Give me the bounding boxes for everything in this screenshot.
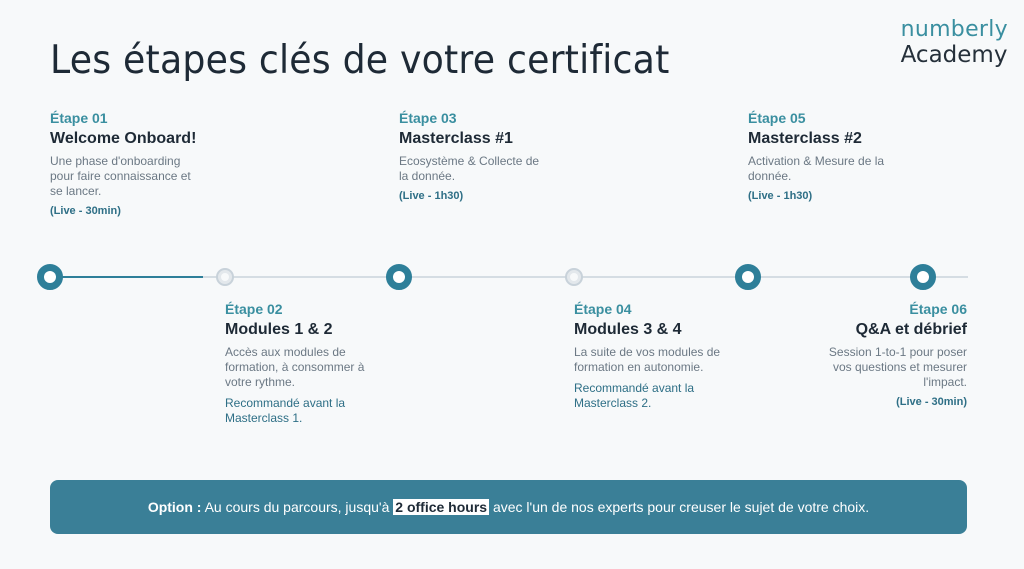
step-description: La suite de vos modules de formation en … <box>574 345 721 374</box>
step-number: Étape 04 <box>574 301 632 317</box>
step-title: Modules 3 & 4 <box>574 321 682 338</box>
timeline-node-02 <box>216 268 234 286</box>
page-title: Les étapes clés de votre certificat <box>50 38 670 83</box>
timeline-progress <box>50 276 203 278</box>
option-banner: Option : Au cours du parcours, jusqu'à 2… <box>50 480 967 534</box>
step-title: Masterclass #2 <box>748 130 862 147</box>
step-05: Étape 05 Masterclass #2 Activation & Mes… <box>748 110 923 202</box>
numberly-academy-logo: numberly Academy <box>900 17 1008 69</box>
step-number: Étape 02 <box>225 301 283 317</box>
step-title: Welcome Onboard! <box>50 130 197 147</box>
banner-highlight: 2 office hours <box>393 499 490 515</box>
timeline-track <box>50 276 968 278</box>
step-description: Accès aux modules de formation, à consom… <box>225 345 365 389</box>
step-number: Étape 03 <box>399 110 457 126</box>
step-number: Étape 05 <box>748 110 806 126</box>
step-duration: (Live - 1h30) <box>748 190 813 202</box>
step-title: Masterclass #1 <box>399 130 513 147</box>
step-title: Modules 1 & 2 <box>225 321 333 338</box>
step-description: Activation & Mesure de la donnée. <box>748 154 885 183</box>
step-description: Ecosystème & Collecte de la donnée. <box>399 154 540 183</box>
banner-text-before: Au cours du parcours, jusqu'à <box>201 499 394 515</box>
step-recommendation: Recommandé avant la Masterclass 2. <box>574 381 695 410</box>
timeline-node-01 <box>37 264 63 290</box>
step-01: Étape 01 Welcome Onboard! Une phase d'on… <box>50 110 225 217</box>
step-description: Une phase d'onboarding pour faire connai… <box>50 154 191 198</box>
timeline-node-05 <box>735 264 761 290</box>
step-description: Session 1-to-1 pour poser vos questions … <box>828 345 967 389</box>
logo-top-text: numberly <box>900 17 1008 42</box>
step-title: Q&A et débrief <box>855 321 967 338</box>
step-duration: (Live - 30min) <box>50 205 121 217</box>
step-number: Étape 01 <box>50 110 108 126</box>
banner-text-after: avec l'un de nos experts pour creuser le… <box>489 499 870 515</box>
step-04: Étape 04 Modules 3 & 4 La suite de vos m… <box>574 301 749 411</box>
logo-bottom-text: Academy <box>900 42 1008 68</box>
step-03: Étape 03 Masterclass #1 Ecosystème & Col… <box>399 110 574 202</box>
step-duration: (Live - 1h30) <box>399 190 464 202</box>
timeline-node-03 <box>386 264 412 290</box>
step-duration: (Live - 30min) <box>896 396 967 408</box>
step-recommendation: Recommandé avant la Masterclass 1. <box>225 396 346 425</box>
timeline-node-04 <box>565 268 583 286</box>
banner-label: Option : <box>147 499 202 515</box>
step-number: Étape 06 <box>909 301 967 317</box>
timeline-node-06 <box>910 264 936 290</box>
step-06: Étape 06 Q&A et débrief Session 1-to-1 p… <box>792 301 967 408</box>
step-02: Étape 02 Modules 1 & 2 Accès aux modules… <box>225 301 400 426</box>
